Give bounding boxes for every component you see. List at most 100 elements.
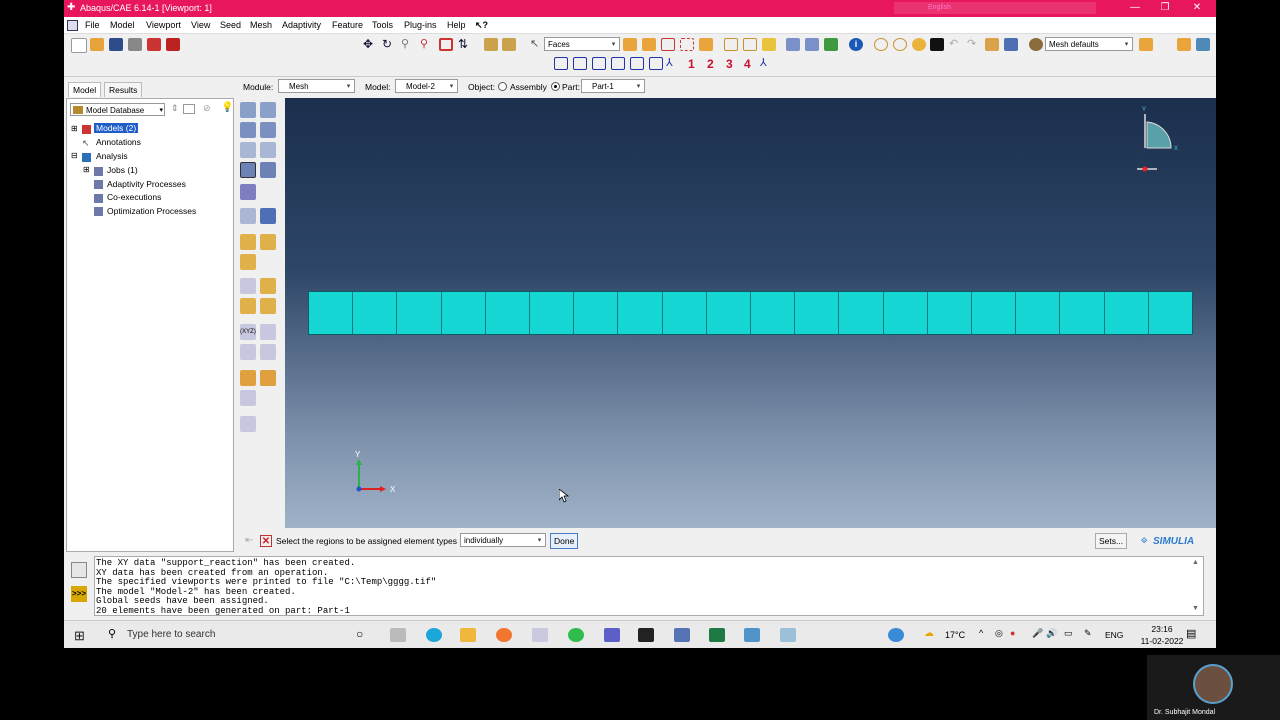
model-database-combo[interactable]: Model Database ▾ xyxy=(70,103,165,116)
assign-element-type-icon[interactable] xyxy=(240,162,256,178)
view-1-button[interactable]: 1 xyxy=(688,57,695,71)
expand-collapse-icon[interactable]: ⇕ xyxy=(171,103,179,114)
view-compass-icon[interactable]: Y X xyxy=(1137,104,1187,174)
back-view-icon[interactable] xyxy=(573,57,587,70)
menu-viewport[interactable]: Viewport xyxy=(146,20,181,30)
viewport[interactable]: Y X Y X xyxy=(285,98,1216,528)
tree-item-co-executions[interactable]: Co-executions xyxy=(107,192,161,202)
selection-method-combo[interactable]: individually ▾ xyxy=(460,533,546,547)
view-4-button[interactable]: 4 xyxy=(744,57,751,71)
cycle-views-icon[interactable]: ⇅ xyxy=(458,38,472,51)
select-exterior-icon[interactable] xyxy=(642,38,656,51)
pen-icon[interactable]: ✎ xyxy=(1084,628,1092,639)
tree-item-optimization[interactable]: Optimization Processes xyxy=(107,206,196,216)
mesh-element[interactable] xyxy=(706,292,752,334)
cortana-icon[interactable]: ○ xyxy=(356,627,363,641)
firefox-icon[interactable] xyxy=(496,628,512,642)
terminal-icon[interactable] xyxy=(638,628,654,642)
orphan-mesh-icon[interactable] xyxy=(260,370,276,386)
network-icon[interactable]: ▭ xyxy=(1064,628,1073,639)
selection-options-icon[interactable] xyxy=(680,38,694,51)
mesh-element[interactable] xyxy=(839,292,884,334)
menu-help[interactable]: Help xyxy=(447,20,466,30)
create-element-icon[interactable] xyxy=(260,234,276,250)
mesh-element[interactable] xyxy=(1060,292,1105,334)
iso-view-icon[interactable]: ⅄ xyxy=(666,57,680,70)
menu-plugins[interactable]: Plug-ins xyxy=(404,20,437,30)
select-from-viewport-icon[interactable] xyxy=(623,38,637,51)
mesh-edit-icon[interactable] xyxy=(240,390,256,406)
wireframe-icon[interactable] xyxy=(724,38,738,51)
datum-csys-icon[interactable] xyxy=(260,298,276,314)
front-view-icon[interactable] xyxy=(554,57,568,70)
help-icon[interactable] xyxy=(888,628,904,642)
view-3-button[interactable]: 3 xyxy=(726,57,733,71)
mesh-element[interactable] xyxy=(1104,292,1149,334)
datum-plane-icon[interactable] xyxy=(260,278,276,294)
undo-icon[interactable]: ↶ xyxy=(949,38,963,51)
expand-analysis-icon[interactable]: ⊟ xyxy=(71,151,78,160)
mesh-part-icon[interactable] xyxy=(240,122,256,138)
photos-icon[interactable] xyxy=(744,628,760,642)
close-button[interactable]: ✕ xyxy=(1182,1,1212,15)
windows-start-icon[interactable]: ⊞ xyxy=(74,628,85,644)
mesh-element[interactable] xyxy=(485,292,531,334)
mesh-element[interactable] xyxy=(353,292,398,334)
antivirus-icon[interactable]: ● xyxy=(1010,628,1015,638)
menu-mesh[interactable]: Mesh xyxy=(250,20,272,30)
model-combo[interactable]: Model-2 ▾ xyxy=(395,79,458,93)
pan-icon[interactable]: ✥ xyxy=(363,38,377,51)
taskbar-search-input[interactable]: Type here to search xyxy=(127,629,215,640)
temperature[interactable]: 17°C xyxy=(945,630,965,640)
mesh-element[interactable] xyxy=(883,292,928,334)
rotate-icon[interactable]: ↻ xyxy=(382,38,396,51)
tree-item-jobs[interactable]: Jobs (1) xyxy=(107,165,138,175)
delete-mesh-icon[interactable] xyxy=(260,142,276,158)
menu-adaptivity[interactable]: Adaptivity xyxy=(282,20,321,30)
open-folder-icon[interactable] xyxy=(90,38,104,51)
python-console-icon[interactable]: >>> xyxy=(71,586,87,602)
tree-item-annotations[interactable]: Annotations xyxy=(96,137,141,147)
menu-view[interactable]: View xyxy=(191,20,210,30)
query-icon[interactable] xyxy=(484,38,498,51)
color-code-icon[interactable] xyxy=(824,38,838,51)
user-view-icon[interactable]: ⅄ xyxy=(760,57,774,70)
back-arrow-icon[interactable]: ⇤ xyxy=(245,535,257,547)
tray-icon[interactable]: ◎ xyxy=(995,628,1003,639)
language-indicator[interactable]: ENG xyxy=(1105,630,1123,640)
seed-part-icon[interactable] xyxy=(240,102,256,118)
part-combo[interactable]: Part-1 ▾ xyxy=(581,79,645,93)
cancel-x-icon[interactable]: ✕ xyxy=(260,535,272,547)
top-view-icon[interactable] xyxy=(592,57,606,70)
expand-models-icon[interactable]: ⊞ xyxy=(71,124,78,133)
right-view-icon[interactable] xyxy=(649,57,663,70)
layout-icon[interactable] xyxy=(1177,38,1191,51)
notifications-icon[interactable]: ▤ xyxy=(1186,627,1196,640)
partition-icon[interactable] xyxy=(240,184,256,200)
mesh-element[interactable] xyxy=(618,292,663,334)
zoom-icon[interactable]: ⚲ xyxy=(401,38,415,51)
scroll-up-icon[interactable]: ▲ xyxy=(1192,559,1199,566)
mesh-display-icon[interactable] xyxy=(786,38,800,51)
virtual-topology-icon[interactable] xyxy=(240,208,256,224)
part-display-icon[interactable] xyxy=(699,38,713,51)
bottom-view-icon[interactable] xyxy=(611,57,625,70)
tree-item-analysis[interactable]: Analysis xyxy=(96,151,128,161)
sets-button[interactable]: Sets... xyxy=(1095,533,1128,549)
reference-point-icon[interactable] xyxy=(240,370,256,386)
tree-item-models[interactable]: Models (2) xyxy=(94,123,139,133)
hidden-line-icon[interactable] xyxy=(743,38,757,51)
mesh-element[interactable] xyxy=(927,292,973,334)
paint-icon[interactable] xyxy=(780,628,796,642)
mesh-element[interactable] xyxy=(397,292,442,334)
show-all-icon[interactable] xyxy=(912,38,926,51)
tool-icon[interactable] xyxy=(502,38,516,51)
menu-file[interactable]: File xyxy=(85,20,100,30)
left-view-icon[interactable] xyxy=(630,57,644,70)
display-group-icon[interactable] xyxy=(930,38,944,51)
clock-date[interactable]: 11-02-2022 xyxy=(1130,636,1194,646)
tab-model[interactable]: Model xyxy=(68,82,102,97)
window-menu-icon[interactable] xyxy=(67,20,78,31)
assembly-radio[interactable] xyxy=(498,82,507,91)
mesh-controls-icon[interactable] xyxy=(240,142,256,158)
